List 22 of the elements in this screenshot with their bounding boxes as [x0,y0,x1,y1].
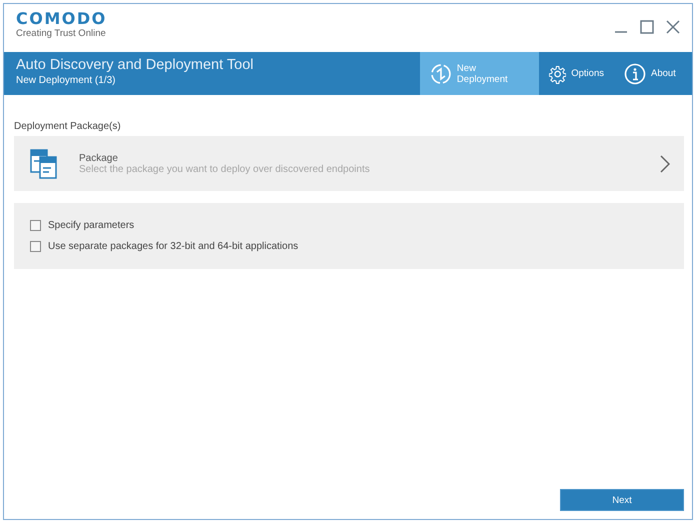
checkbox[interactable] [30,220,41,231]
logo-wordmark: COMODO [16,10,107,28]
page-subtitle: New Deployment (1/3) [16,74,116,87]
next-button[interactable]: Next [560,489,684,511]
maximize-icon[interactable] [640,20,654,34]
package-files-icon [30,148,58,178]
info-icon [624,62,646,84]
section-label: Deployment Package(s) [14,121,122,132]
package-title: Package [79,152,118,164]
checkbox[interactable] [30,241,41,252]
package-description: Select the package you want to deploy over discovered endpoints [79,164,371,174]
app-title: Auto Discovery and Deployment Tool [16,57,254,74]
close-icon[interactable] [666,20,680,34]
refresh-icon [430,62,452,84]
checkbox-label: Specify parameters [48,220,134,231]
chevron-right-icon [660,154,670,172]
nav-tab[interactable]: About [614,52,692,95]
package-selector[interactable]: Package Select the package you want to deploy over discovered endpoints [14,136,684,191]
tagline: Creating Trust Online [16,28,107,40]
nav-tab[interactable]: New Deployment [420,52,539,95]
nav-tab[interactable]: Options [539,52,614,95]
checkbox-label: Use separate packages for 32-bit and 64-bit applications [48,241,298,252]
